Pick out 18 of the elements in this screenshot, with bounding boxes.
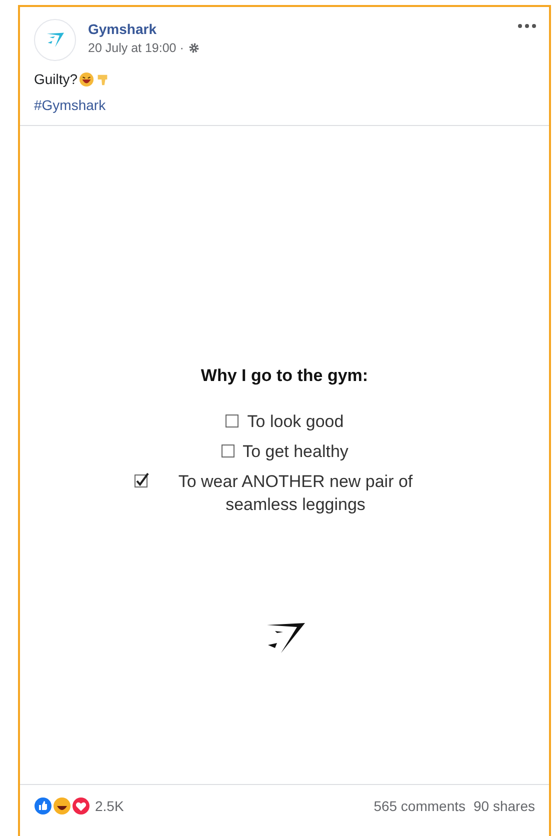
image-heading: Why I go to the gym:: [200, 366, 368, 386]
author-link[interactable]: Gymshark: [88, 21, 517, 37]
avatar[interactable]: [34, 19, 76, 61]
love-reaction-icon[interactable]: [72, 797, 90, 815]
haha-reaction-icon[interactable]: [53, 797, 71, 815]
comments-link[interactable]: 565 comments: [374, 798, 466, 814]
shares-link[interactable]: 90 shares: [474, 798, 535, 814]
checklist-text: To look good: [247, 411, 344, 433]
gear-icon: [188, 42, 200, 54]
reaction-count[interactable]: 2.5K: [95, 798, 124, 814]
post-caption: Guilty?: [34, 71, 78, 87]
like-reaction-icon[interactable]: [34, 797, 52, 815]
more-options-icon[interactable]: [517, 23, 537, 29]
hashtag-link[interactable]: #Gymshark: [20, 87, 120, 125]
timestamp[interactable]: 20 July at 19:00 ·: [88, 41, 184, 55]
laughing-emoji-icon: [78, 72, 94, 86]
checklist-text: To wear ANOTHER new pair of seamless leggings: [177, 470, 414, 516]
checklist-text: To get healthy: [242, 440, 348, 463]
